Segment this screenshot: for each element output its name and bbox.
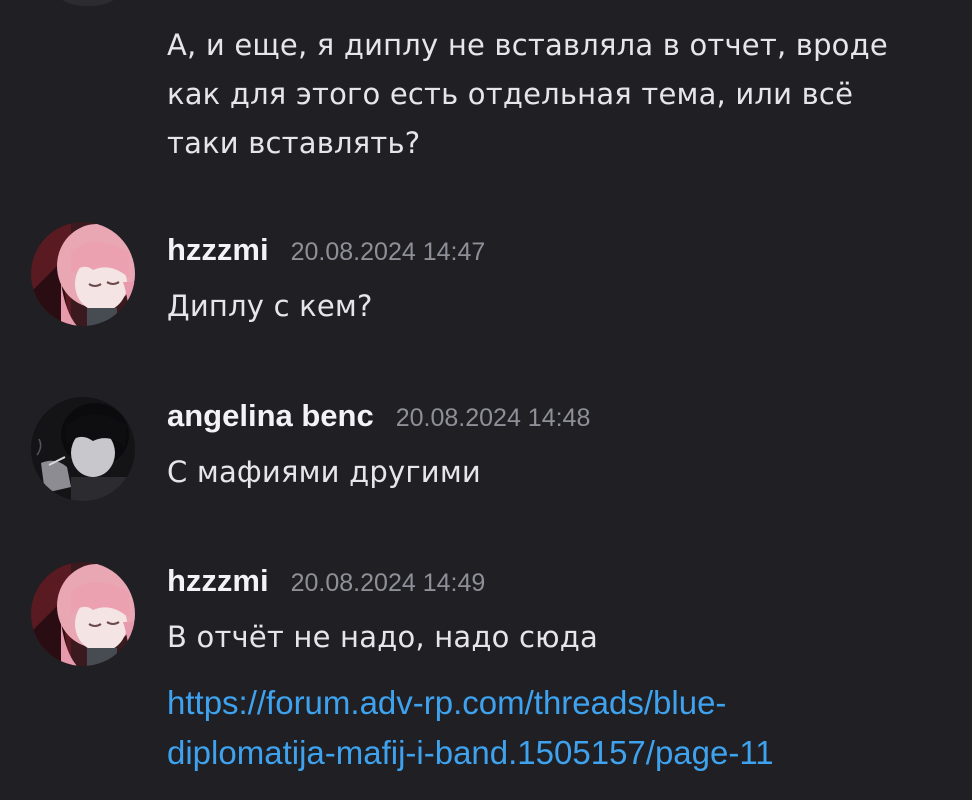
message-timestamp: 20.08.2024 14:47 xyxy=(290,238,486,266)
avatar[interactable] xyxy=(31,397,135,501)
chat-message-list[interactable]: А, и еще, я диплу не вставляла в отчет, … xyxy=(0,0,972,800)
message-line: как для этого есть отдельная тема, или в… xyxy=(167,77,854,111)
anime-girl-pink-hair-avatar-icon xyxy=(31,222,135,326)
message-timestamp: 20.08.2024 14:49 xyxy=(290,569,486,597)
avatar[interactable] xyxy=(31,222,135,326)
message-header: hzzzmi 20.08.2024 14:49 xyxy=(167,563,485,603)
message-text: В отчёт не надо, надо сюда xyxy=(167,620,598,654)
previous-avatar-edge xyxy=(60,0,116,6)
avatar[interactable] xyxy=(31,562,135,666)
message-text: Диплу с кем? xyxy=(167,289,373,323)
message-line: А, и еще, я диплу не вставляла в отчет, … xyxy=(167,28,888,62)
author-name[interactable]: hzzzmi xyxy=(167,232,269,268)
message-line: таки вставлять? xyxy=(167,126,421,160)
message-header: angelina benc 20.08.2024 14:48 xyxy=(167,398,590,438)
forum-thread-link[interactable]: https://forum.adv-rp.com/threads/blue- d… xyxy=(167,678,957,778)
message-text-continued: А, и еще, я диплу не вставляла в отчет, … xyxy=(167,21,957,168)
message-text: С мафиями другими xyxy=(167,455,481,489)
link-line: diplomatija-mafij-i-band.1505157/page-11 xyxy=(167,734,774,771)
message-timestamp: 20.08.2024 14:48 xyxy=(395,404,591,432)
dark-haired-smoking-avatar-icon xyxy=(31,397,135,501)
author-name[interactable]: hzzzmi xyxy=(167,563,269,599)
anime-girl-pink-hair-avatar-icon xyxy=(31,562,135,666)
link-line: https://forum.adv-rp.com/threads/blue- xyxy=(167,684,727,721)
message-header: hzzzmi 20.08.2024 14:47 xyxy=(167,232,485,272)
author-name[interactable]: angelina benc xyxy=(167,398,374,434)
